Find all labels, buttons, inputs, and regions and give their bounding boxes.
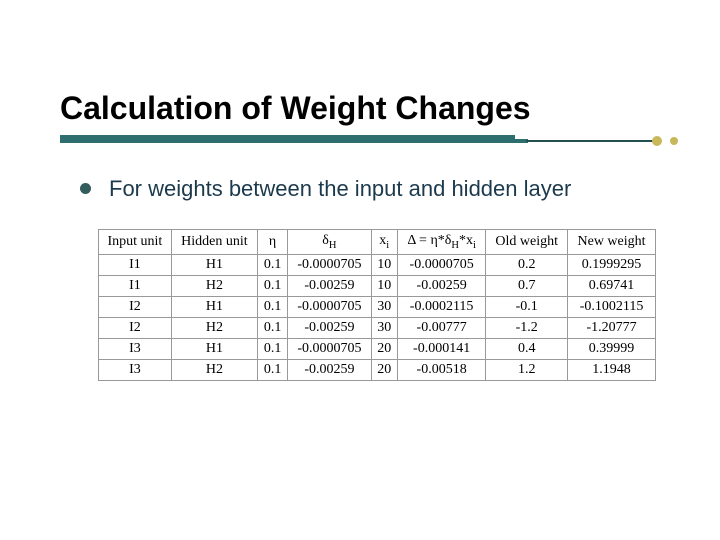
cell-hidden: H1 xyxy=(171,339,257,360)
cell-old: 1.2 xyxy=(486,360,568,381)
slide: Calculation of Weight Changes For weight… xyxy=(0,0,720,540)
table-row: I1H20.1-0.0025910-0.002590.70.69741 xyxy=(99,276,656,297)
cell-delta: -0.000141 xyxy=(397,339,485,360)
bullet-text: For weights between the input and hidden… xyxy=(109,175,571,204)
table-row: I2H20.1-0.0025930-0.00777-1.2-1.20777 xyxy=(99,318,656,339)
cell-xi: 10 xyxy=(371,276,397,297)
col-input-unit: Input unit xyxy=(99,230,172,255)
title-block: Calculation of Weight Changes xyxy=(60,90,660,147)
cell-eta: 0.1 xyxy=(257,255,287,276)
col-xi: xi xyxy=(371,230,397,255)
table-row: I3H10.1-0.000070520-0.0001410.40.39999 xyxy=(99,339,656,360)
col-delta-h: δH xyxy=(288,230,371,255)
cell-new: 0.1999295 xyxy=(568,255,656,276)
cell-old: 0.2 xyxy=(486,255,568,276)
cell-new: -1.20777 xyxy=(568,318,656,339)
cell-eta: 0.1 xyxy=(257,276,287,297)
bullet-item: For weights between the input and hidden… xyxy=(80,175,660,204)
cell-new: 0.39999 xyxy=(568,339,656,360)
cell-dH: -0.0000705 xyxy=(288,255,371,276)
slide-title: Calculation of Weight Changes xyxy=(60,90,660,127)
cell-eta: 0.1 xyxy=(257,360,287,381)
cell-eta: 0.1 xyxy=(257,339,287,360)
cell-old: 0.7 xyxy=(486,276,568,297)
cell-dH: -0.00259 xyxy=(288,318,371,339)
cell-dH: -0.00259 xyxy=(288,360,371,381)
cell-xi: 30 xyxy=(371,297,397,318)
cell-input: I3 xyxy=(99,360,172,381)
cell-dH: -0.0000705 xyxy=(288,297,371,318)
slide-body: For weights between the input and hidden… xyxy=(60,175,660,381)
col-new-weight: New weight xyxy=(568,230,656,255)
col-eta: η xyxy=(257,230,287,255)
cell-xi: 20 xyxy=(371,339,397,360)
cell-new: 0.69741 xyxy=(568,276,656,297)
table-row: I2H10.1-0.000070530-0.0002115-0.1-0.1002… xyxy=(99,297,656,318)
cell-hidden: H2 xyxy=(171,360,257,381)
cell-delta: -0.00259 xyxy=(397,276,485,297)
cell-delta: -0.00777 xyxy=(397,318,485,339)
cell-hidden: H2 xyxy=(171,276,257,297)
cell-hidden: H1 xyxy=(171,297,257,318)
cell-new: 1.1948 xyxy=(568,360,656,381)
cell-xi: 20 xyxy=(371,360,397,381)
col-change: Δ = η*δH*xi xyxy=(397,230,485,255)
cell-xi: 30 xyxy=(371,318,397,339)
cell-new: -0.1002115 xyxy=(568,297,656,318)
cell-dH: -0.0000705 xyxy=(288,339,371,360)
table-header-row: Input unit Hidden unit η δH xi Δ = η*δH*… xyxy=(99,230,656,255)
table-row: I1H10.1-0.000070510-0.00007050.20.199929… xyxy=(99,255,656,276)
cell-dH: -0.00259 xyxy=(288,276,371,297)
cell-old: -1.2 xyxy=(486,318,568,339)
cell-old: 0.4 xyxy=(486,339,568,360)
cell-xi: 10 xyxy=(371,255,397,276)
bullet-icon xyxy=(80,183,91,194)
cell-delta: -0.0002115 xyxy=(397,297,485,318)
cell-delta: -0.0000705 xyxy=(397,255,485,276)
cell-delta: -0.00518 xyxy=(397,360,485,381)
col-old-weight: Old weight xyxy=(486,230,568,255)
cell-hidden: H1 xyxy=(171,255,257,276)
cell-input: I1 xyxy=(99,276,172,297)
cell-input: I2 xyxy=(99,318,172,339)
table-container: Input unit Hidden unit η δH xi Δ = η*δH*… xyxy=(80,229,660,381)
cell-hidden: H2 xyxy=(171,318,257,339)
cell-eta: 0.1 xyxy=(257,318,287,339)
cell-input: I3 xyxy=(99,339,172,360)
cell-input: I2 xyxy=(99,297,172,318)
col-hidden-unit: Hidden unit xyxy=(171,230,257,255)
weights-table: Input unit Hidden unit η δH xi Δ = η*δH*… xyxy=(98,229,656,381)
cell-old: -0.1 xyxy=(486,297,568,318)
table-row: I3H20.1-0.0025920-0.005181.21.1948 xyxy=(99,360,656,381)
title-underline xyxy=(60,133,660,147)
cell-input: I1 xyxy=(99,255,172,276)
cell-eta: 0.1 xyxy=(257,297,287,318)
